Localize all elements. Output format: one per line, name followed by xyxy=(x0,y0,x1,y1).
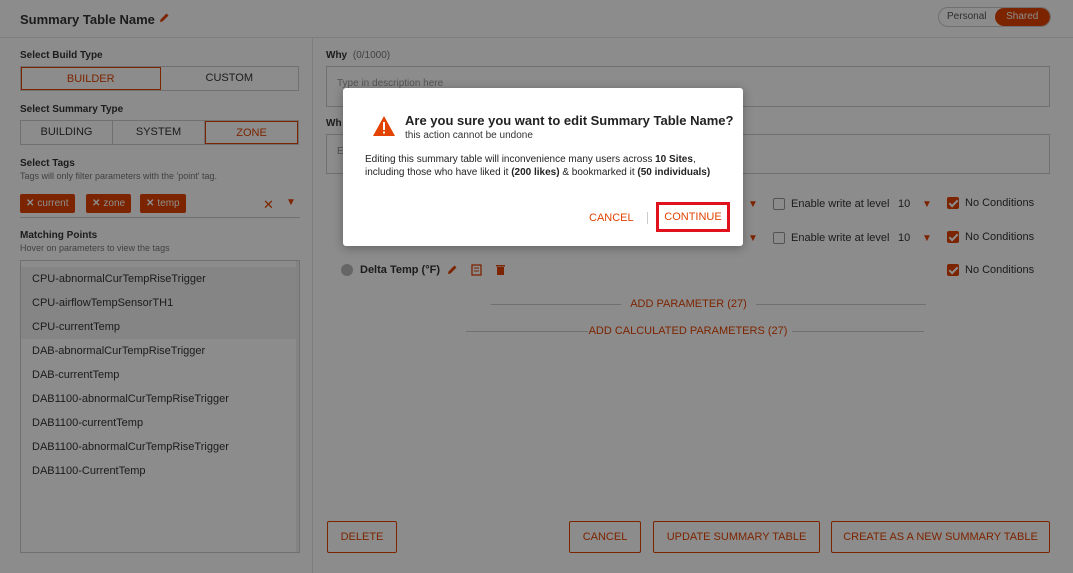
dialog-continue-button[interactable]: CONTINUE xyxy=(656,202,730,232)
dialog-subtitle: this action cannot be undone xyxy=(405,130,533,141)
dialog-message: Editing this summary table will inconven… xyxy=(365,154,711,178)
warning-icon xyxy=(373,116,395,136)
dialog-title: Are you sure you want to edit Summary Ta… xyxy=(405,113,734,128)
modal-overlay[interactable] xyxy=(0,0,1073,573)
button-separator xyxy=(647,212,648,224)
dialog-cancel-button[interactable]: CANCEL xyxy=(589,212,634,224)
confirm-dialog: Are you sure you want to edit Summary Ta… xyxy=(343,88,743,246)
